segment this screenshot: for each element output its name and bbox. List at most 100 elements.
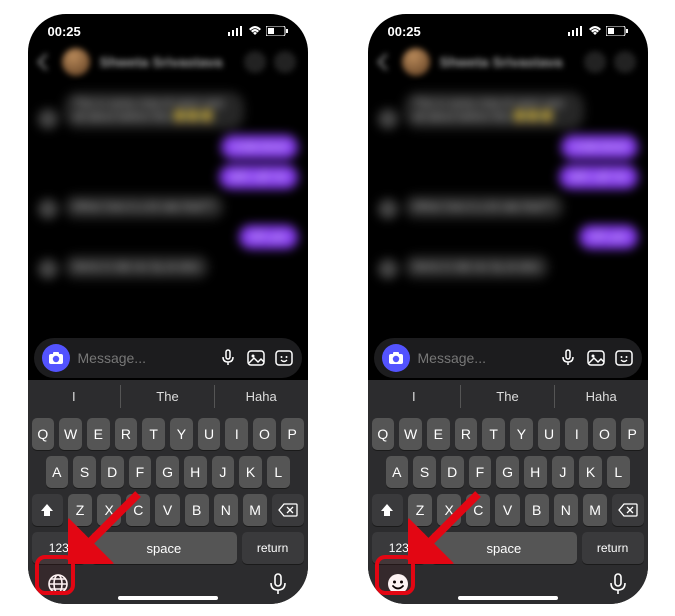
- key-n[interactable]: N: [554, 494, 578, 526]
- shift-key[interactable]: [372, 494, 403, 526]
- key-z[interactable]: Z: [408, 494, 432, 526]
- key-u[interactable]: U: [538, 418, 561, 450]
- key-v[interactable]: V: [155, 494, 179, 526]
- key-y[interactable]: Y: [170, 418, 193, 450]
- suggestion[interactable]: The: [461, 385, 555, 408]
- key-row-2: A S D F G H J K L: [368, 456, 648, 488]
- key-m[interactable]: M: [583, 494, 607, 526]
- key-r[interactable]: R: [115, 418, 138, 450]
- call-icon[interactable]: [584, 51, 606, 73]
- emoji-button[interactable]: [382, 568, 414, 600]
- message-input[interactable]: Message...: [78, 350, 210, 366]
- key-h[interactable]: H: [524, 456, 547, 488]
- camera-button[interactable]: [382, 344, 410, 372]
- key-e[interactable]: E: [87, 418, 110, 450]
- key-c[interactable]: C: [126, 494, 150, 526]
- status-icons: [568, 26, 628, 36]
- key-b[interactable]: B: [525, 494, 549, 526]
- key-t[interactable]: T: [482, 418, 505, 450]
- key-j[interactable]: J: [552, 456, 575, 488]
- key-r[interactable]: R: [455, 418, 478, 450]
- globe-button[interactable]: [42, 568, 74, 600]
- key-i[interactable]: I: [225, 418, 248, 450]
- avatar[interactable]: [62, 48, 90, 76]
- dictation-button[interactable]: [602, 568, 634, 600]
- key-y[interactable]: Y: [510, 418, 533, 450]
- key-p[interactable]: P: [621, 418, 644, 450]
- key-k[interactable]: K: [239, 456, 262, 488]
- key-z[interactable]: Z: [68, 494, 92, 526]
- key-i[interactable]: I: [565, 418, 588, 450]
- key-l[interactable]: L: [607, 456, 630, 488]
- sticker-icon[interactable]: [274, 348, 294, 368]
- sticker-icon[interactable]: [614, 348, 634, 368]
- key-u[interactable]: U: [198, 418, 221, 450]
- messages-area[interactable]: This is some chat of users and all about…: [368, 82, 648, 338]
- key-k[interactable]: K: [579, 456, 602, 488]
- voice-icon[interactable]: [558, 348, 578, 368]
- key-d[interactable]: D: [101, 456, 124, 488]
- space-key[interactable]: space: [91, 532, 237, 564]
- header-actions: [244, 51, 296, 73]
- key-o[interactable]: O: [593, 418, 616, 450]
- key-e[interactable]: E: [427, 418, 450, 450]
- gallery-icon[interactable]: [246, 348, 266, 368]
- key-d[interactable]: D: [441, 456, 464, 488]
- key-v[interactable]: V: [495, 494, 519, 526]
- key-t[interactable]: T: [142, 418, 165, 450]
- key-g[interactable]: G: [156, 456, 179, 488]
- home-indicator[interactable]: [458, 596, 558, 600]
- space-key[interactable]: space: [431, 532, 577, 564]
- key-q[interactable]: Q: [372, 418, 395, 450]
- backspace-key[interactable]: [272, 494, 303, 526]
- key-g[interactable]: G: [496, 456, 519, 488]
- key-a[interactable]: A: [386, 456, 409, 488]
- key-a[interactable]: A: [46, 456, 69, 488]
- key-x[interactable]: X: [97, 494, 121, 526]
- key-c[interactable]: C: [466, 494, 490, 526]
- numeric-key[interactable]: 123: [372, 532, 427, 564]
- video-icon[interactable]: [274, 51, 296, 73]
- key-x[interactable]: X: [437, 494, 461, 526]
- dictation-button[interactable]: [262, 568, 294, 600]
- key-p[interactable]: P: [281, 418, 304, 450]
- suggestion[interactable]: I: [28, 385, 122, 408]
- wifi-icon: [588, 26, 602, 36]
- video-icon[interactable]: [614, 51, 636, 73]
- key-w[interactable]: W: [399, 418, 422, 450]
- cellular-icon: [228, 26, 244, 36]
- key-h[interactable]: H: [184, 456, 207, 488]
- avatar[interactable]: [402, 48, 430, 76]
- key-w[interactable]: W: [59, 418, 82, 450]
- suggestion[interactable]: I: [368, 385, 462, 408]
- key-s[interactable]: S: [413, 456, 436, 488]
- key-f[interactable]: F: [129, 456, 152, 488]
- key-b[interactable]: B: [185, 494, 209, 526]
- key-n[interactable]: N: [214, 494, 238, 526]
- key-o[interactable]: O: [253, 418, 276, 450]
- key-l[interactable]: L: [267, 456, 290, 488]
- suggestion[interactable]: Haha: [555, 385, 648, 408]
- voice-icon[interactable]: [218, 348, 238, 368]
- suggestion[interactable]: The: [121, 385, 215, 408]
- key-j[interactable]: J: [212, 456, 235, 488]
- home-indicator[interactable]: [118, 596, 218, 600]
- return-key[interactable]: return: [242, 532, 304, 564]
- key-m[interactable]: M: [243, 494, 267, 526]
- backspace-key[interactable]: [612, 494, 643, 526]
- suggestion[interactable]: Haha: [215, 385, 308, 408]
- key-q[interactable]: Q: [32, 418, 55, 450]
- camera-button[interactable]: [42, 344, 70, 372]
- key-f[interactable]: F: [469, 456, 492, 488]
- messages-area[interactable]: This is some chat of users and all about…: [28, 82, 308, 338]
- message-input[interactable]: Message...: [418, 350, 550, 366]
- numeric-key[interactable]: 123: [32, 532, 87, 564]
- back-icon[interactable]: [37, 54, 54, 71]
- back-icon[interactable]: [377, 54, 394, 71]
- call-icon[interactable]: [244, 51, 266, 73]
- return-key[interactable]: return: [582, 532, 644, 564]
- shift-key[interactable]: [32, 494, 63, 526]
- camera-icon: [388, 350, 404, 366]
- key-s[interactable]: S: [73, 456, 96, 488]
- gallery-icon[interactable]: [586, 348, 606, 368]
